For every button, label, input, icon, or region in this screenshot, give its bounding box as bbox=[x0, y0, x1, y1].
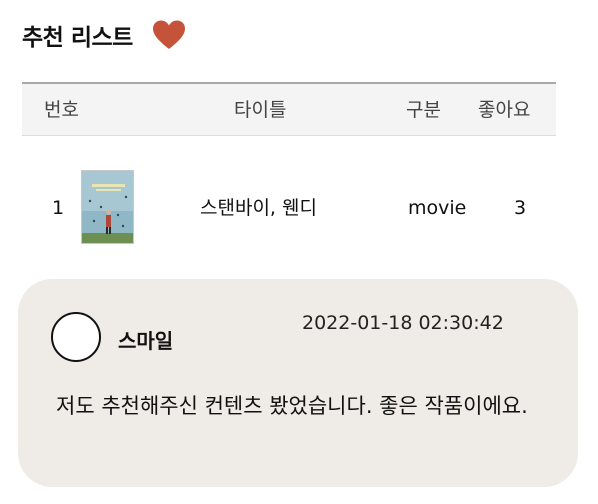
row-number: 1 bbox=[52, 197, 65, 219]
recommend-table: 번호 타이틀 구분 좋아요 1 스탠바이, 웬디 movie 3 bbox=[22, 82, 556, 280]
comment-text: 저도 추천해주신 컨텐츠 봤었습니다. 좋은 작품이에요. bbox=[56, 394, 528, 418]
poster-thumbnail[interactable] bbox=[81, 170, 134, 244]
avatar-circle-icon bbox=[51, 312, 101, 362]
comment-card: 스마일 2022-01-18 02:30:42 저도 추천해주신 컨텐츠 봤었습… bbox=[18, 279, 578, 487]
header: 추천 리스트 bbox=[22, 18, 187, 52]
heart-icon[interactable] bbox=[151, 19, 187, 51]
row-title[interactable]: 스탠바이, 웬디 bbox=[200, 136, 317, 280]
row-likes: 3 bbox=[514, 197, 527, 219]
column-header-likes: 좋아요 bbox=[478, 99, 531, 121]
column-header-no: 번호 bbox=[44, 99, 79, 121]
row-type: movie bbox=[408, 197, 467, 219]
comment-username: 스마일 bbox=[118, 329, 174, 353]
table-row[interactable]: 1 스탠바이, 웬디 movie 3 bbox=[22, 136, 556, 280]
recommend-list-page: 추천 리스트 번호 타이틀 구분 좋아요 1 스탠바이, 웬디 movie 3 … bbox=[0, 0, 598, 504]
comment-timestamp: 2022-01-18 02:30:42 bbox=[302, 312, 504, 334]
column-header-type: 구분 bbox=[406, 99, 441, 121]
page-title: 추천 리스트 bbox=[22, 25, 133, 51]
column-header-title: 타이틀 bbox=[234, 99, 287, 121]
table-header: 번호 타이틀 구분 좋아요 bbox=[22, 82, 556, 136]
